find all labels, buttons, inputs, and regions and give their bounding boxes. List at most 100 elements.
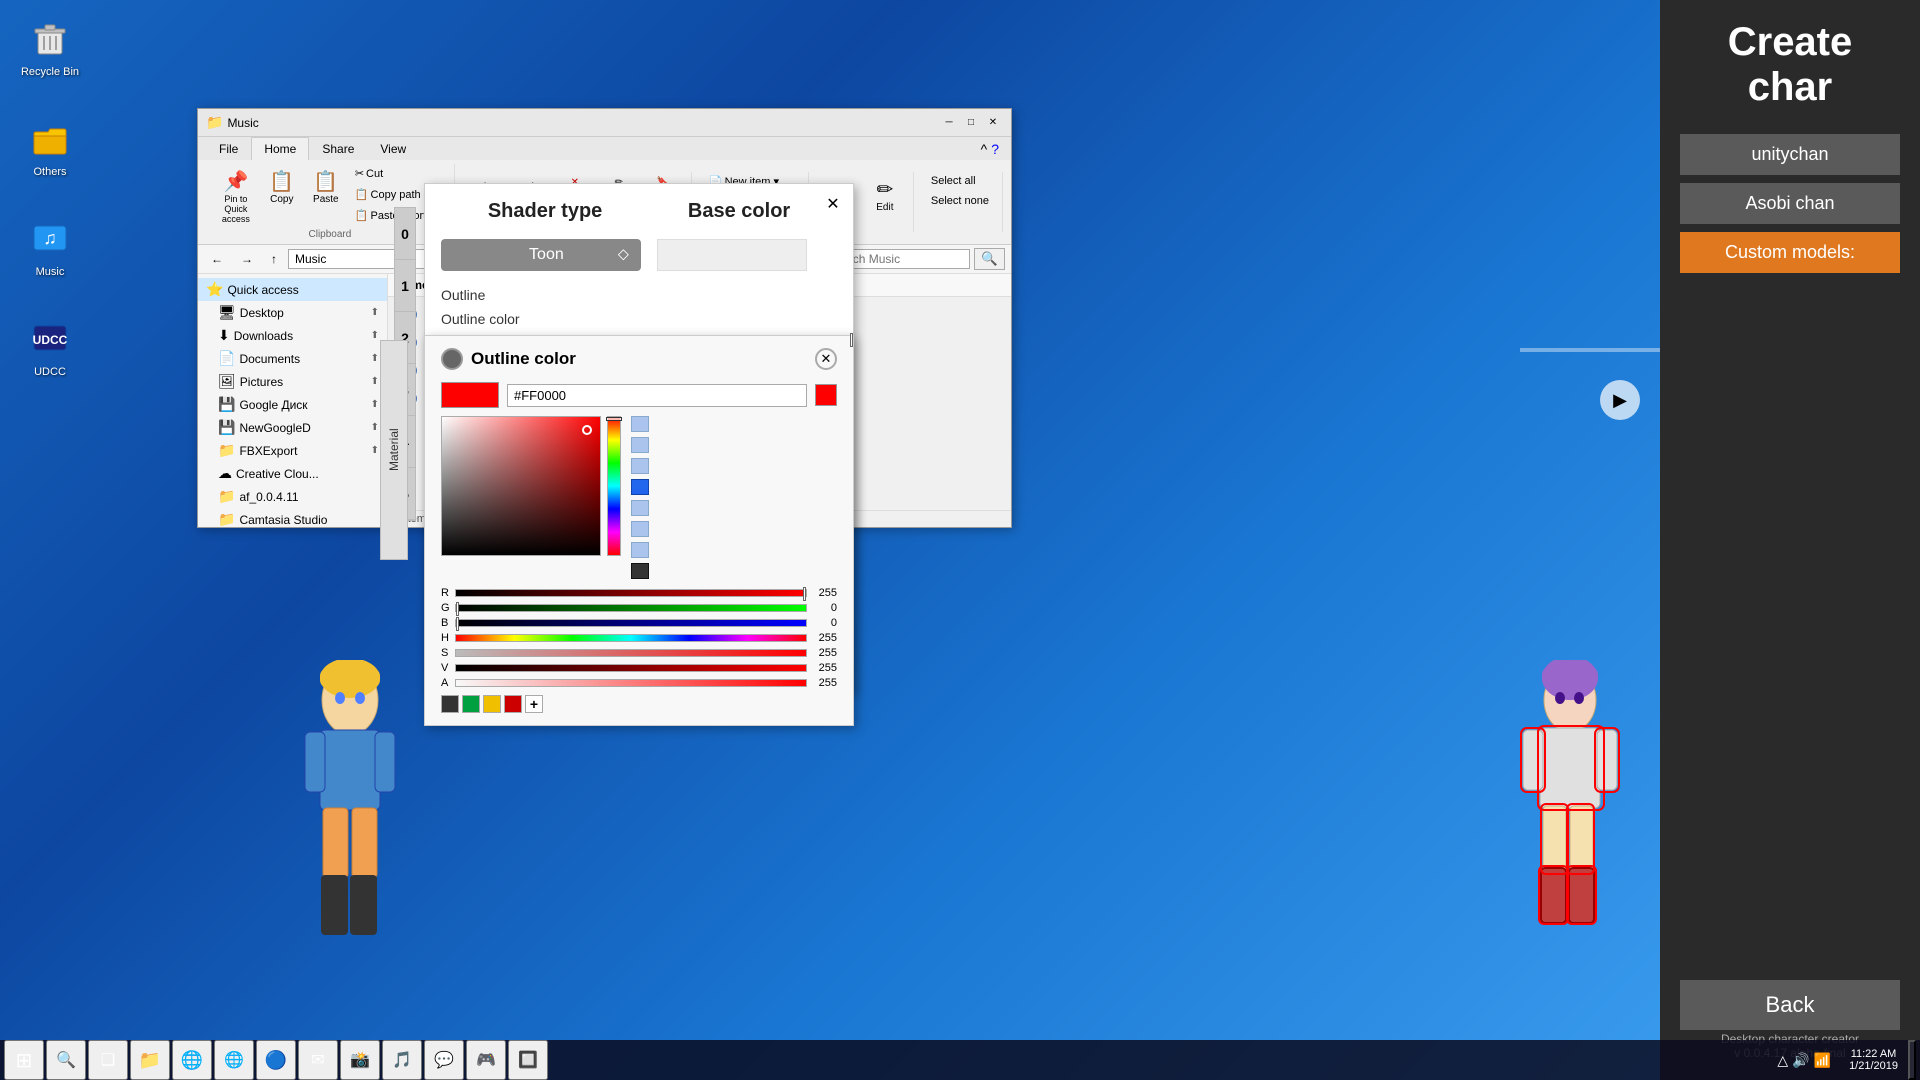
ribbon-minimize-btn[interactable]: ^	[981, 141, 988, 157]
sidebar-item-documents[interactable]: 📄 Documents ⬆	[198, 347, 387, 370]
paste-button[interactable]: 📋 Paste	[306, 164, 346, 210]
side-slider-2[interactable]	[631, 437, 649, 453]
preset-add-button[interactable]: +	[525, 695, 543, 713]
side-slider-8-dark[interactable]	[631, 563, 649, 579]
select-all-button[interactable]: Select all	[926, 172, 994, 190]
side-slider-5[interactable]	[631, 500, 649, 516]
ie-taskbar-button[interactable]: 🌐	[214, 1040, 254, 1080]
s-slider[interactable]	[455, 649, 807, 657]
tray-icon-3[interactable]: 📶	[1814, 1052, 1831, 1069]
cut-button[interactable]: ✂ Cut	[350, 164, 446, 183]
color-swatch-small[interactable]	[815, 384, 837, 406]
shader-close-button[interactable]: ✕	[821, 192, 845, 216]
r-slider[interactable]	[455, 589, 807, 597]
g-slider[interactable]	[455, 604, 807, 612]
s-value: 255	[811, 647, 837, 659]
desktop-icon-recycle-bin[interactable]: Recycle Bin	[10, 10, 90, 82]
hue-slider[interactable]	[607, 416, 621, 556]
sidebar-item-new-google[interactable]: 💾 NewGoogleD ⬆	[198, 416, 387, 439]
unitychan-button[interactable]: unitychan	[1680, 134, 1900, 175]
unity-taskbar-button[interactable]: 🔲	[508, 1040, 548, 1080]
cut-label: Cut	[366, 168, 383, 180]
b-slider[interactable]	[455, 619, 807, 627]
desktop-icon-music[interactable]: ♫ Music	[10, 210, 90, 282]
sidebar-item-desktop[interactable]: 🖥 Desktop ⬆	[198, 301, 387, 324]
sidebar-item-quick-access[interactable]: ⭐ Quick access	[198, 278, 387, 301]
color-gradient-picker[interactable]	[441, 416, 601, 556]
select-none-button[interactable]: Select none	[926, 192, 994, 210]
documents-label: Documents	[239, 352, 300, 366]
desktop-icon-others[interactable]: Others	[10, 110, 90, 182]
side-slider-4-active[interactable]	[631, 479, 649, 495]
search-button[interactable]: 🔍	[974, 248, 1005, 270]
discord-taskbar-button[interactable]: 💬	[424, 1040, 464, 1080]
music-taskbar-button[interactable]: 🎵	[382, 1040, 422, 1080]
up-button[interactable]: ↑	[264, 249, 284, 269]
color-swatch-large[interactable]	[441, 382, 499, 408]
copy-button[interactable]: 📋 Copy	[262, 164, 302, 210]
show-desktop-button[interactable]	[1908, 1040, 1916, 1080]
chrome-taskbar-button[interactable]: 🔵	[256, 1040, 296, 1080]
start-button[interactable]: ⊞	[4, 1040, 44, 1080]
tab-file[interactable]: File	[206, 137, 251, 160]
preset-red[interactable]	[504, 695, 522, 713]
color-picker-close-button[interactable]: ✕	[815, 348, 837, 370]
preset-green[interactable]	[462, 695, 480, 713]
tab-view[interactable]: View	[367, 137, 419, 160]
documents-icon: 📄	[218, 350, 235, 367]
new-google-icon: 💾	[218, 419, 235, 436]
back-button[interactable]: Back	[1680, 980, 1900, 1030]
taskbar-time[interactable]: 11:22 AM 1/21/2019	[1841, 1048, 1906, 1072]
preset-yellow[interactable]	[483, 695, 501, 713]
sidebar-item-downloads[interactable]: ⬇ Downloads ⬆	[198, 324, 387, 347]
side-slider-1[interactable]	[631, 416, 649, 432]
select-all-label: Select all	[931, 175, 976, 187]
task-view-button[interactable]: ❑	[88, 1040, 128, 1080]
back-button[interactable]: ←	[204, 249, 230, 269]
edge-taskbar-button[interactable]: 🌐	[172, 1040, 212, 1080]
base-color-box[interactable]	[657, 239, 807, 271]
side-slider-6[interactable]	[631, 521, 649, 537]
side-slider-7[interactable]	[631, 542, 649, 558]
tab-home[interactable]: Home	[251, 137, 309, 160]
help-button[interactable]: ?	[991, 141, 999, 157]
minimize-button[interactable]: ─	[939, 113, 959, 133]
h-slider[interactable]	[455, 634, 807, 642]
asobi-chan-button[interactable]: Asobi chan	[1680, 183, 1900, 224]
custom-models-button[interactable]: Custom models:	[1680, 232, 1900, 273]
file-explorer-taskbar-button[interactable]: 📁	[130, 1040, 170, 1080]
close-button[interactable]: ✕	[983, 113, 1003, 133]
shader-circle-icon	[453, 248, 467, 262]
mail-taskbar-button[interactable]: ✉	[298, 1040, 338, 1080]
pin-to-quick-access-button[interactable]: 📌 Pin to Quick access	[214, 164, 258, 229]
color-presets: +	[441, 695, 837, 713]
window-title: Music	[227, 116, 258, 130]
tray-icon-1[interactable]: △	[1777, 1052, 1788, 1069]
steam-taskbar-button[interactable]: 🎮	[466, 1040, 506, 1080]
search-taskbar-button[interactable]: 🔍	[46, 1040, 86, 1080]
v-slider[interactable]	[455, 664, 807, 672]
maximize-button[interactable]: □	[961, 113, 981, 133]
forward-button[interactable]: →	[234, 249, 260, 269]
shader-type-dropdown[interactable]: Toon ⬦	[441, 239, 641, 271]
sidebar-item-creative-clou[interactable]: ☁ Creative Clou...	[198, 462, 387, 485]
sidebar-item-google-disk[interactable]: 💾 Google Диск ⬆	[198, 393, 387, 416]
a-slider[interactable]	[455, 679, 807, 687]
google-disk-icon: 💾	[218, 396, 235, 413]
sidebar-item-fbxexport[interactable]: 📁 FBXExport ⬆	[198, 439, 387, 462]
edit-button[interactable]: ✏ Edit	[865, 172, 905, 218]
sidebar-item-camtasia[interactable]: 📁 Camtasia Studio	[198, 508, 387, 527]
hex-input[interactable]	[507, 384, 807, 407]
side-slider-3[interactable]	[631, 458, 649, 474]
tab-share[interactable]: Share	[309, 137, 367, 160]
creative-clou-icon: ☁	[218, 465, 232, 482]
sidebar-item-af0041[interactable]: 📁 af_0.0.4.11	[198, 485, 387, 508]
preset-dark[interactable]	[441, 695, 459, 713]
desktop-icon-udcc[interactable]: UDCC UDCC	[10, 310, 90, 382]
s-slider-row: S 255	[441, 647, 837, 659]
tray-icon-2[interactable]: 🔊	[1792, 1052, 1809, 1069]
play-button[interactable]: ▶	[1600, 380, 1640, 420]
sidebar-item-pictures[interactable]: 🖼 Pictures ⬆	[198, 370, 387, 393]
udcc-icon: UDCC	[26, 314, 74, 362]
pin2-taskbar-button[interactable]: 📸	[340, 1040, 380, 1080]
